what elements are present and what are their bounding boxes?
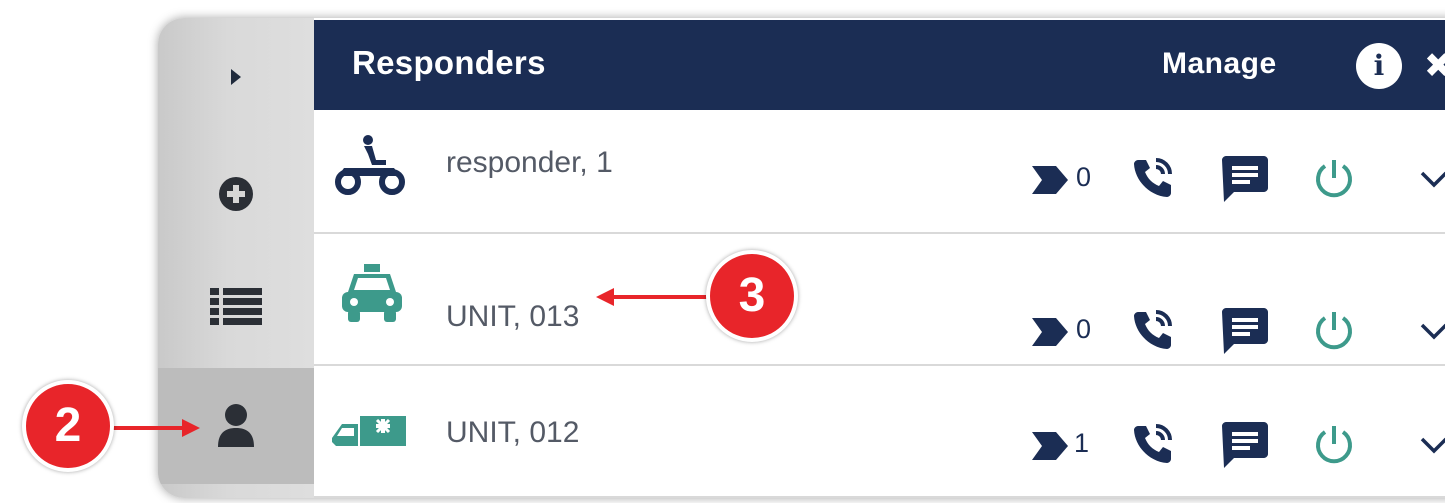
callout-3: 3 xyxy=(706,250,798,342)
arrow-2 xyxy=(112,419,200,437)
annotation-arrows xyxy=(112,288,710,437)
arrow-3 xyxy=(596,288,710,306)
callout-2: 2 xyxy=(22,380,114,472)
